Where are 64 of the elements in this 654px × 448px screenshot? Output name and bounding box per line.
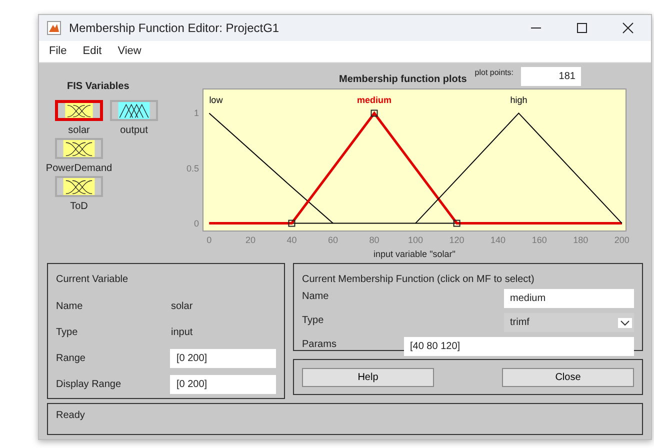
x-tick-label: 180 xyxy=(573,235,588,245)
y-tick-label: 1 xyxy=(194,108,199,118)
curve-label[interactable]: high xyxy=(510,95,528,105)
panel-title: Current Membership Function (click on MF to select) xyxy=(302,273,536,287)
y-tick-label: 0.5 xyxy=(186,163,199,174)
mf-name-field[interactable]: medium xyxy=(504,289,634,308)
app-icon xyxy=(47,21,61,35)
variable-icon[interactable] xyxy=(55,100,103,121)
curve-label[interactable]: low xyxy=(209,95,223,105)
x-tick-label: 140 xyxy=(490,235,506,245)
field-label: Type xyxy=(56,326,79,340)
x-axis-label: input variable "solar" xyxy=(374,249,456,259)
variable-label: ToD xyxy=(70,200,88,214)
x-tick-label: 80 xyxy=(369,235,380,245)
vertex-marker[interactable] xyxy=(370,110,378,117)
plot-area[interactable] xyxy=(202,88,626,232)
display-range-field[interactable]: [0 200] xyxy=(170,374,276,394)
field-label: Type xyxy=(302,314,324,328)
curve-label[interactable]: medium xyxy=(357,95,392,105)
field-label: Display Range xyxy=(56,378,122,392)
variable-icon[interactable] xyxy=(55,138,103,159)
close-icon[interactable] xyxy=(622,22,634,34)
x-tick-label: 200 xyxy=(614,235,630,245)
variable-label: solar xyxy=(68,124,90,138)
variable-name: solar xyxy=(171,300,193,314)
membership-curve[interactable] xyxy=(208,112,334,224)
caret-icon xyxy=(618,318,632,328)
x-tick-label: 20 xyxy=(245,235,256,245)
x-tick-label: 0 xyxy=(206,235,212,245)
maximize-icon[interactable] xyxy=(576,22,588,34)
window-title: Membership Function Editor: ProjectG1 xyxy=(69,20,280,37)
plot-title: Membership function plots xyxy=(339,73,467,87)
panel-title: Current Variable xyxy=(56,273,130,287)
field-label: Range xyxy=(56,352,86,366)
plot-points-field[interactable]: 181 xyxy=(521,67,582,86)
dialog-button[interactable]: Close xyxy=(502,368,634,386)
variable-label: PowerDemand xyxy=(46,162,112,176)
variable-icon[interactable] xyxy=(110,100,158,121)
menu-item[interactable]: Edit xyxy=(76,43,108,60)
dialog-button[interactable]: Help xyxy=(302,368,434,386)
plot-points-label: plot points: xyxy=(474,67,514,79)
field-label: Name xyxy=(302,290,329,304)
menu-item[interactable]: View xyxy=(112,43,148,60)
x-tick-label: 160 xyxy=(532,235,547,245)
y-tick-label: 0 xyxy=(194,218,199,228)
field-label: Name xyxy=(56,300,84,314)
status-text: Ready xyxy=(56,410,85,421)
params-field[interactable]: [40 80 120] xyxy=(404,337,634,356)
x-tick-label: 60 xyxy=(328,235,338,245)
x-tick-label: 40 xyxy=(286,235,297,245)
panel-title: FIS Variables xyxy=(66,80,130,94)
field-label: Params xyxy=(302,338,336,352)
x-tick-label: 100 xyxy=(408,235,424,245)
vertex-marker[interactable] xyxy=(453,220,460,227)
x-tick-label: 120 xyxy=(449,235,464,245)
variable-label: output xyxy=(120,124,148,138)
menu-item[interactable]: File xyxy=(43,43,73,60)
membership-curve[interactable] xyxy=(209,111,622,225)
variable-type: input xyxy=(171,326,193,340)
type-dropdown[interactable]: trimf xyxy=(504,313,634,332)
range-field[interactable]: [0 200] xyxy=(170,348,276,368)
variable-icon[interactable] xyxy=(55,176,103,197)
vertex-marker[interactable] xyxy=(288,220,296,227)
membership-curve[interactable] xyxy=(415,112,622,224)
